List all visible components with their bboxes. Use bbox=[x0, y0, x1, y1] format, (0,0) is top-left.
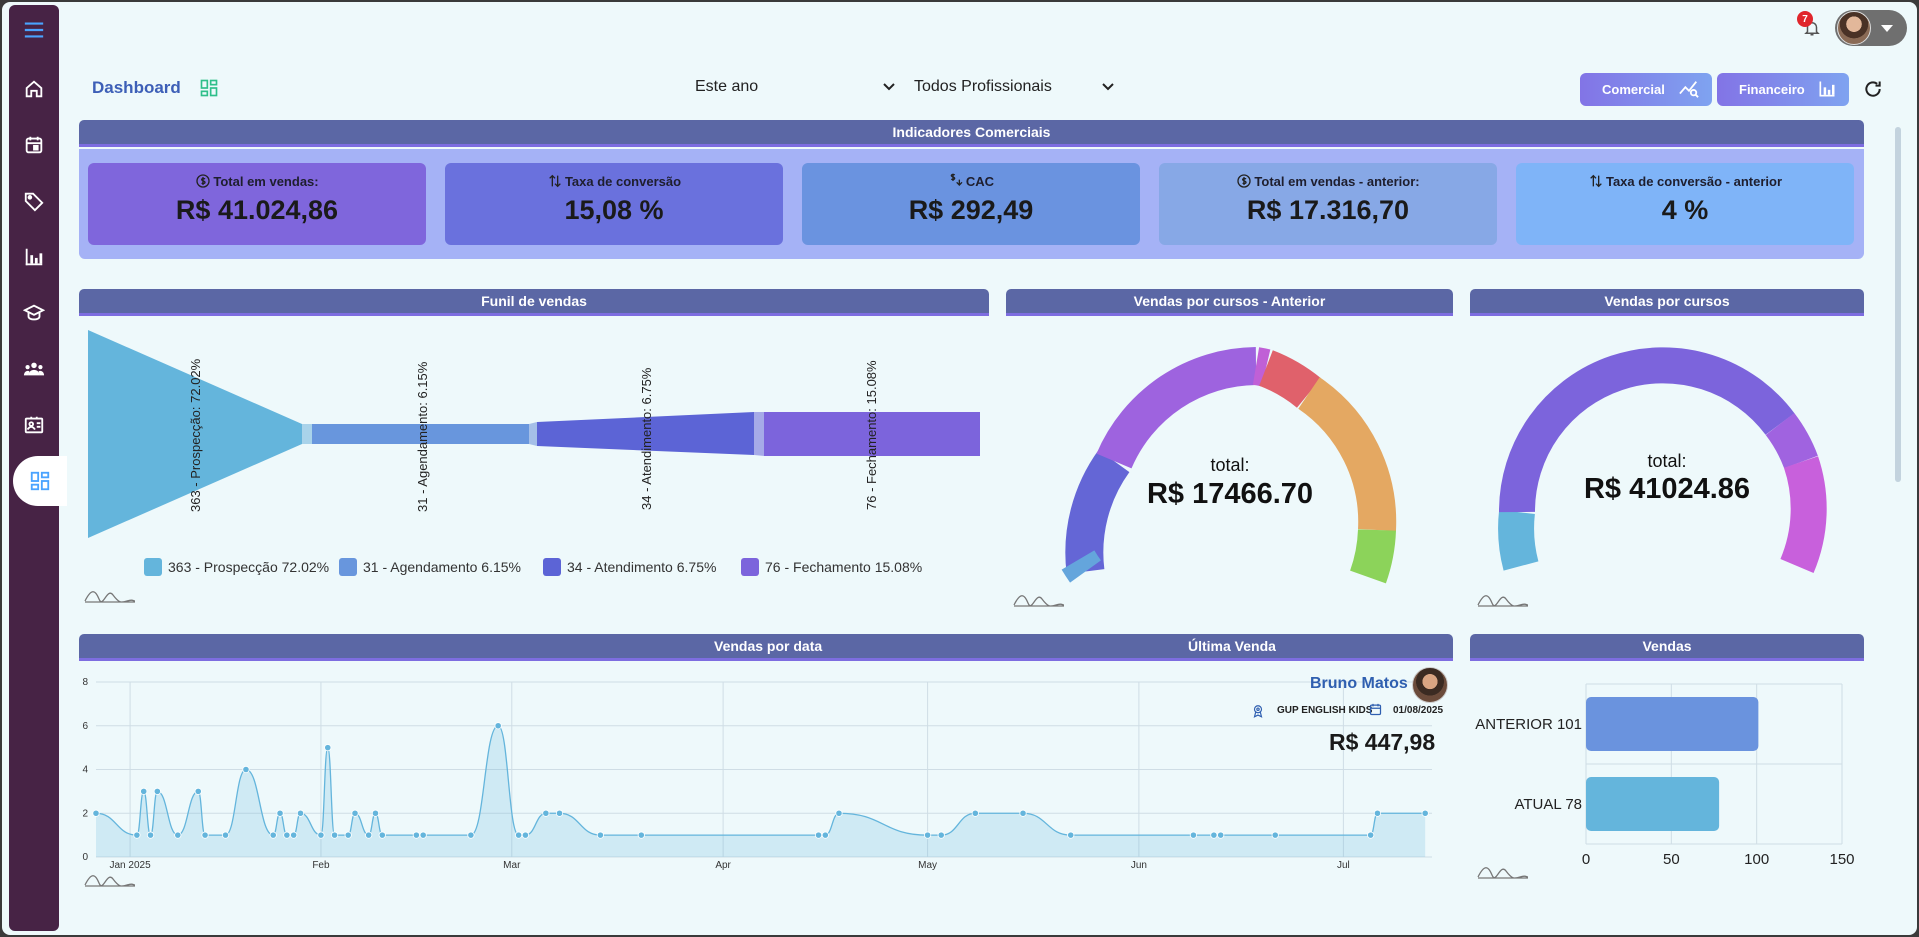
app-window: 7 Dashboard Este ano Todos Profissionais… bbox=[2, 2, 1917, 935]
x-tick-label: Apr bbox=[715, 860, 731, 871]
data-point[interactable] bbox=[351, 809, 359, 817]
data-point[interactable] bbox=[555, 809, 564, 817]
data-point[interactable] bbox=[1421, 809, 1429, 817]
gauge-current-header: Vendas por cursos bbox=[1470, 289, 1864, 316]
data-point[interactable] bbox=[371, 809, 380, 817]
bar[interactable] bbox=[1586, 777, 1720, 831]
y-tick-label: 2 bbox=[82, 808, 88, 819]
data-point[interactable] bbox=[324, 744, 332, 752]
data-point[interactable] bbox=[153, 787, 161, 795]
sales-by-date-chart: 0 2 4 6 8 Jan 2025 Feb Mar Apr May Jun Jul bbox=[82, 677, 1432, 871]
last-sale-value: R$ 447,98 bbox=[1329, 729, 1436, 755]
data-point[interactable] bbox=[637, 831, 645, 839]
data-point[interactable] bbox=[1271, 831, 1279, 839]
x-tick-label: 150 bbox=[1829, 851, 1854, 868]
data-point[interactable] bbox=[467, 831, 475, 839]
data-point[interactable] bbox=[290, 831, 298, 839]
data-point[interactable] bbox=[1067, 831, 1075, 839]
data-point[interactable] bbox=[835, 809, 843, 817]
x-tick-label: 100 bbox=[1744, 851, 1769, 868]
y-tick-label: 4 bbox=[82, 765, 88, 776]
data-point[interactable] bbox=[1373, 809, 1382, 817]
data-point[interactable] bbox=[330, 831, 339, 839]
data-point[interactable] bbox=[937, 831, 945, 839]
last-sale-course: GUP ENGLISH KIDS bbox=[1277, 705, 1373, 716]
chart-wave-icon bbox=[1477, 595, 1529, 607]
data-point[interactable] bbox=[814, 831, 823, 839]
data-point[interactable] bbox=[419, 831, 427, 839]
gauge-total-value: R$ 41024.86 bbox=[1583, 473, 1751, 505]
data-point[interactable] bbox=[494, 722, 502, 730]
data-point[interactable] bbox=[515, 831, 523, 839]
series-line bbox=[95, 725, 1426, 836]
data-point[interactable] bbox=[378, 831, 386, 839]
data-point[interactable] bbox=[276, 809, 284, 817]
y-tick-label: 0 bbox=[82, 852, 88, 863]
last-sale-name: Bruno Matos bbox=[1310, 675, 1408, 692]
gauge-segment[interactable] bbox=[1765, 413, 1818, 469]
data-point[interactable] bbox=[1210, 831, 1218, 839]
data-point[interactable] bbox=[269, 831, 277, 839]
data-point[interactable] bbox=[821, 831, 829, 839]
x-tick-label: 0 bbox=[1582, 851, 1590, 868]
x-tick-label: Jul bbox=[1337, 860, 1350, 871]
x-tick-label: Feb bbox=[312, 860, 330, 871]
award-icon bbox=[1253, 705, 1263, 718]
data-point[interactable] bbox=[92, 809, 100, 817]
data-point[interactable] bbox=[596, 831, 605, 839]
x-tick-label: May bbox=[918, 860, 937, 871]
sales-bar-chart: 0 50 100 150 ANTERIOR 101 ATUAL 78 bbox=[1475, 683, 1855, 868]
gauge-segment[interactable] bbox=[1780, 456, 1827, 574]
x-tick-label: Jan 2025 bbox=[110, 860, 152, 871]
data-point[interactable] bbox=[1019, 809, 1027, 817]
data-point[interactable] bbox=[194, 787, 202, 795]
data-point[interactable] bbox=[317, 831, 325, 839]
data-point[interactable] bbox=[133, 831, 141, 839]
gauge-total-label: total: bbox=[1647, 451, 1687, 471]
data-point[interactable] bbox=[412, 831, 420, 839]
calendar-icon bbox=[1369, 703, 1382, 716]
y-tick-label: 8 bbox=[82, 677, 88, 688]
data-point[interactable] bbox=[146, 831, 155, 839]
data-point[interactable] bbox=[521, 831, 530, 839]
data-point[interactable] bbox=[201, 831, 209, 839]
data-point[interactable] bbox=[174, 831, 182, 839]
category-label: ANTERIOR 101 bbox=[1475, 716, 1582, 733]
data-point[interactable] bbox=[542, 809, 550, 817]
data-point[interactable] bbox=[140, 787, 148, 795]
data-point[interactable] bbox=[221, 831, 230, 839]
last-sale-date: 01/08/2025 bbox=[1393, 705, 1444, 716]
data-point[interactable] bbox=[296, 809, 305, 817]
data-point[interactable] bbox=[344, 831, 352, 839]
y-tick-label: 6 bbox=[82, 721, 88, 732]
x-tick-label: Mar bbox=[503, 860, 521, 871]
data-point[interactable] bbox=[365, 831, 373, 839]
data-point[interactable] bbox=[923, 831, 932, 839]
category-label: ATUAL 78 bbox=[1514, 796, 1582, 813]
gauge-segment[interactable] bbox=[1498, 509, 1539, 571]
sales-header: Vendas bbox=[1470, 634, 1864, 661]
x-tick-label: Jun bbox=[1131, 860, 1147, 871]
last-sale-avatar bbox=[1412, 667, 1448, 703]
data-point[interactable] bbox=[242, 765, 250, 774]
data-point[interactable] bbox=[283, 831, 291, 839]
x-tick-label: 50 bbox=[1663, 851, 1680, 868]
data-point[interactable] bbox=[1189, 831, 1198, 839]
data-point[interactable] bbox=[1217, 831, 1225, 839]
data-point[interactable] bbox=[1367, 831, 1375, 839]
bar[interactable] bbox=[1586, 697, 1759, 751]
data-point[interactable] bbox=[971, 809, 979, 817]
